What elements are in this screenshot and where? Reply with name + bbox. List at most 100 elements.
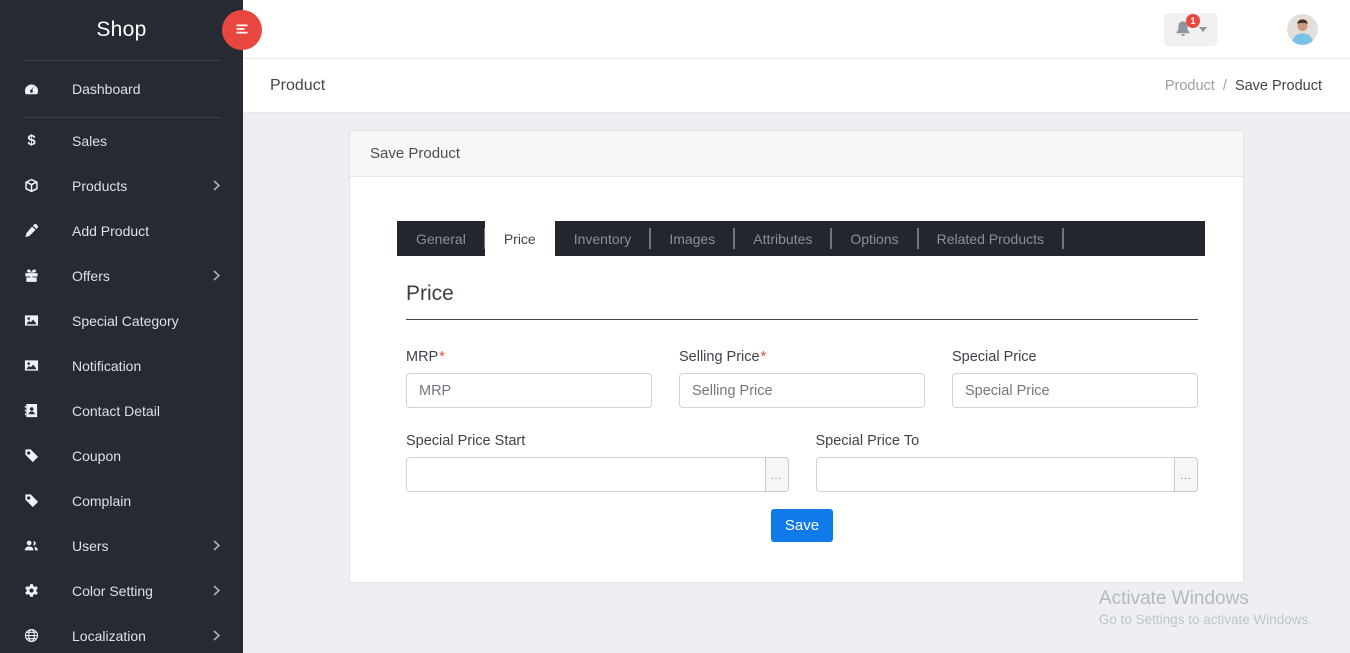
globe-icon	[23, 627, 40, 644]
breadcrumb: Product / Save Product	[1165, 78, 1322, 94]
sidebar-item-localization[interactable]: Localization	[0, 613, 243, 653]
chevron-right-icon	[213, 180, 220, 191]
sidebar-item-notification[interactable]: Notification	[0, 343, 243, 388]
gear-icon	[23, 582, 40, 599]
special-price-to-input[interactable]	[816, 457, 1175, 492]
price-fields-row: MRP* Selling Price* Special Price	[406, 349, 1198, 408]
special-price-to-datepicker-button[interactable]: ...	[1174, 457, 1198, 492]
breadcrumb-current: Save Product	[1235, 78, 1322, 94]
gift-icon	[23, 267, 40, 284]
sidebar-item-coupon[interactable]: Coupon	[0, 433, 243, 478]
notification-badge: 1	[1186, 14, 1200, 28]
tab-attributes[interactable]: Attributes	[734, 221, 831, 256]
sidebar-item-label: Products	[72, 178, 127, 194]
special-price-to-field-group: Special Price To ...	[816, 433, 1199, 492]
user-avatar[interactable]	[1287, 14, 1318, 45]
app-title: Shop	[0, 0, 243, 60]
tag-icon	[23, 447, 40, 464]
special-price-field-group: Special Price	[952, 349, 1198, 408]
caret-down-icon	[1199, 27, 1207, 32]
sidebar-item-label: Contact Detail	[72, 403, 160, 419]
tab-price[interactable]: Price	[485, 221, 555, 256]
sidebar-toggle-button[interactable]	[222, 10, 262, 50]
chevron-right-icon	[213, 630, 220, 641]
bell-icon: 1	[1174, 20, 1192, 38]
users-icon	[23, 537, 40, 554]
sidebar-item-label: Dashboard	[72, 81, 141, 97]
sidebar-item-sales[interactable]: $ Sales	[0, 118, 243, 163]
product-tabs: General Price Inventory Images Attribute…	[397, 221, 1205, 256]
sidebar-item-label: Add Product	[72, 223, 149, 239]
sidebar-item-products[interactable]: Products	[0, 163, 243, 208]
special-price-label: Special Price	[952, 349, 1198, 365]
topbar: 1	[243, 0, 1350, 59]
sidebar-item-label: Coupon	[72, 448, 121, 464]
dollar-icon: $	[23, 132, 40, 149]
sidebar-item-label: Notification	[72, 358, 141, 374]
tab-related-products[interactable]: Related Products	[918, 221, 1063, 256]
sidebar-item-label: Special Category	[72, 313, 179, 329]
sidebar-item-users[interactable]: Users	[0, 523, 243, 568]
selling-price-field-group: Selling Price*	[679, 349, 925, 408]
image-icon	[23, 312, 40, 329]
section-title: Price	[406, 282, 1198, 306]
special-price-start-field-group: Special Price Start ...	[406, 433, 789, 492]
sidebar-item-add-product[interactable]: Add Product	[0, 208, 243, 253]
special-price-start-input[interactable]	[406, 457, 765, 492]
sidebar-item-offers[interactable]: Offers	[0, 253, 243, 298]
windows-activation-watermark: Activate Windows Go to Settings to activ…	[1099, 588, 1312, 627]
notifications-button[interactable]: 1	[1164, 13, 1217, 46]
price-section: Price MRP* Selling Price*	[397, 282, 1205, 542]
tab-inventory[interactable]: Inventory	[555, 221, 651, 256]
tag-icon	[23, 492, 40, 509]
address-book-icon	[23, 402, 40, 419]
selling-price-input[interactable]	[679, 373, 925, 408]
mrp-field-group: MRP*	[406, 349, 652, 408]
page-header: Product Product / Save Product	[243, 59, 1350, 113]
mrp-input[interactable]	[406, 373, 652, 408]
app-window: Shop Dashboard $ Sales Products	[0, 0, 1350, 653]
form-actions: Save	[406, 509, 1198, 542]
sidebar-item-contact-detail[interactable]: Contact Detail	[0, 388, 243, 433]
breadcrumb-separator: /	[1223, 78, 1227, 94]
chevron-right-icon	[213, 270, 220, 281]
image-icon	[23, 357, 40, 374]
sidebar: Shop Dashboard $ Sales Products	[0, 0, 243, 653]
menu-icon	[234, 21, 250, 40]
section-rule	[406, 319, 1198, 320]
sidebar-item-dashboard[interactable]: Dashboard	[0, 61, 243, 117]
sidebar-item-label: Offers	[72, 268, 110, 284]
card-body: General Price Inventory Images Attribute…	[350, 177, 1243, 582]
pen-icon	[23, 222, 40, 239]
cube-icon	[23, 177, 40, 194]
sidebar-item-complain[interactable]: Complain	[0, 478, 243, 523]
content-area: Save Product General Price Inventory Ima…	[243, 113, 1350, 653]
save-product-card: Save Product General Price Inventory Ima…	[349, 130, 1244, 583]
special-price-dates-row: Special Price Start ... Special Price To	[406, 433, 1198, 492]
special-price-start-label: Special Price Start	[406, 433, 789, 449]
tab-options[interactable]: Options	[831, 221, 917, 256]
sidebar-item-label: Users	[72, 538, 109, 554]
sidebar-item-label: Localization	[72, 628, 146, 644]
sidebar-item-label: Complain	[72, 493, 131, 509]
watermark-line1: Activate Windows	[1099, 588, 1312, 610]
main-area: 1 Product Product / Save Product Save Pr…	[243, 0, 1350, 653]
chevron-right-icon	[213, 540, 220, 551]
special-price-start-datepicker-button[interactable]: ...	[765, 457, 789, 492]
special-price-to-label: Special Price To	[816, 433, 1199, 449]
card-title: Save Product	[350, 131, 1243, 177]
sidebar-item-label: Sales	[72, 133, 107, 149]
mrp-label: MRP*	[406, 349, 652, 365]
sidebar-nav: Dashboard $ Sales Products Add Product	[0, 61, 243, 653]
selling-price-label: Selling Price*	[679, 349, 925, 365]
sidebar-item-special-category[interactable]: Special Category	[0, 298, 243, 343]
sidebar-item-color-setting[interactable]: Color Setting	[0, 568, 243, 613]
tab-images[interactable]: Images	[650, 221, 734, 256]
tab-general[interactable]: General	[397, 221, 485, 256]
breadcrumb-parent[interactable]: Product	[1165, 78, 1215, 94]
page-title: Product	[270, 77, 325, 95]
sidebar-item-label: Color Setting	[72, 583, 153, 599]
special-price-input[interactable]	[952, 373, 1198, 408]
save-button[interactable]: Save	[771, 509, 833, 542]
chevron-right-icon	[213, 585, 220, 596]
